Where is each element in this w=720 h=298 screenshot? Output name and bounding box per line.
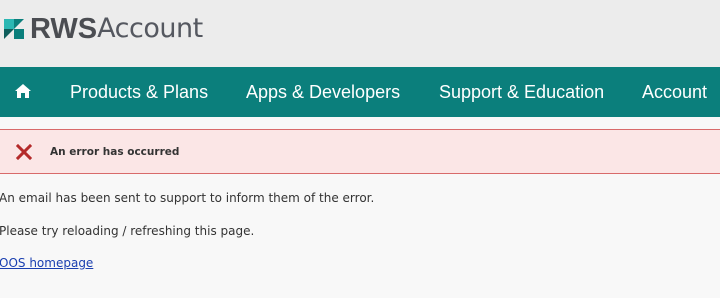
nav-item-products-plans[interactable]: Products & Plans [70,67,208,117]
brand-header: RWS Account [0,0,720,67]
page: RWS Account Products & Plans Apps & Deve… [0,0,720,298]
rws-account-logo[interactable]: RWS Account [2,11,203,47]
error-alert-message: An error has occurred [50,146,180,158]
nav-item-support-education[interactable]: Support & Education [439,67,604,117]
rws-logo-mark-icon [4,19,24,39]
home-icon[interactable] [14,82,32,100]
main-navigation: Products & Plans Apps & Developers Suppo… [0,67,720,117]
logo-account-text: Account [97,13,203,44]
error-info-text: An email has been sent to support to inf… [0,191,375,205]
nav-item-apps-developers[interactable]: Apps & Developers [246,67,400,117]
nav-item-account[interactable]: Account [642,67,707,117]
logo-rws-text: RWS [30,13,98,45]
reload-instruction-text: Please try reloading / refreshing this p… [0,224,255,238]
close-x-icon [16,144,32,160]
homepage-link[interactable]: OOS homepage [0,256,93,270]
error-alert: An error has occurred [0,129,720,174]
